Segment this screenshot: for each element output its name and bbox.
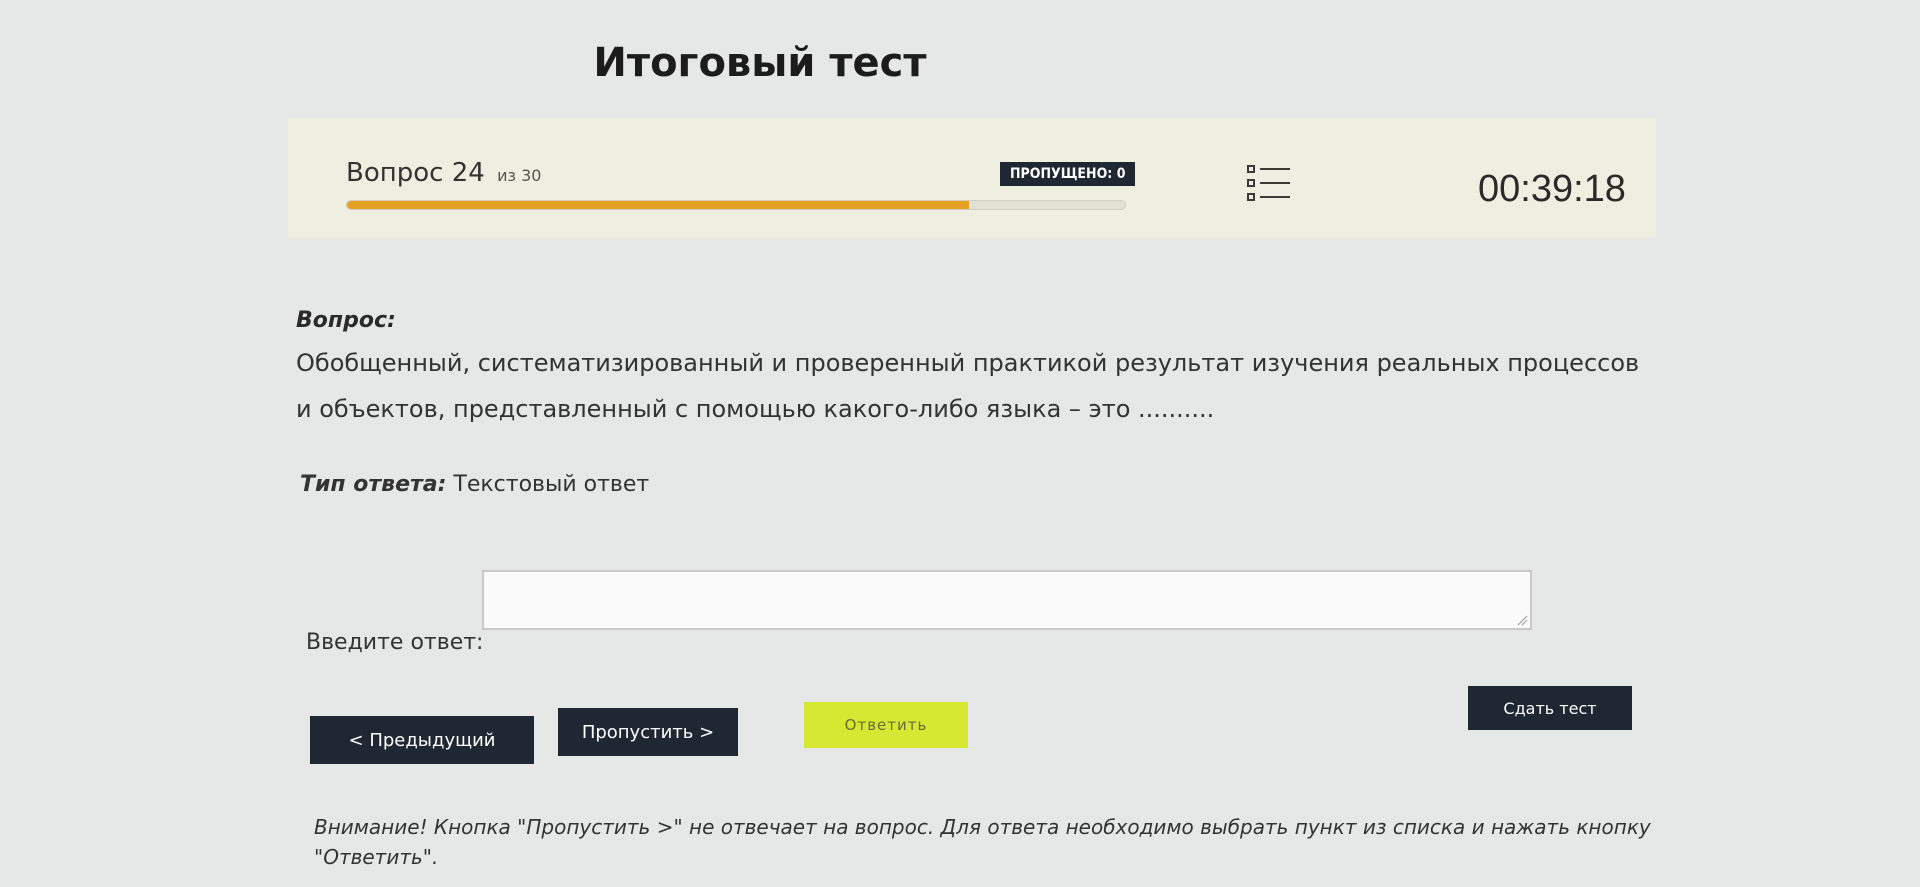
answer-type: Тип ответа: Текстовый ответ bbox=[300, 472, 649, 497]
skip-button[interactable]: Пропустить > bbox=[558, 708, 738, 756]
resize-handle-icon[interactable] bbox=[1516, 614, 1528, 626]
question-number: Вопрос 24 bbox=[346, 158, 485, 188]
status-panel: Вопрос 24 из 30 ПРОПУЩЕНО: 0 00:39:18 bbox=[288, 118, 1656, 238]
answer-input[interactable] bbox=[482, 570, 1532, 630]
question-label: Вопрос: bbox=[296, 308, 396, 333]
question-counter: Вопрос 24 из 30 bbox=[346, 158, 541, 188]
page-title: Итоговый тест bbox=[593, 40, 927, 86]
warning-text: Внимание! Кнопка "Пропустить >" не отвеч… bbox=[314, 815, 1651, 869]
answer-input-label: Введите ответ: bbox=[306, 630, 484, 655]
progress-fill bbox=[347, 201, 970, 209]
answer-type-value: Текстовый ответ bbox=[453, 472, 650, 497]
previous-button[interactable]: < Предыдущий bbox=[310, 716, 534, 764]
question-text: Обобщенный, систематизированный и провер… bbox=[296, 349, 1640, 423]
question-total: из 30 bbox=[497, 166, 542, 185]
question-list-icon[interactable] bbox=[1246, 162, 1296, 206]
progress-bar bbox=[346, 200, 1126, 210]
answer-button[interactable]: Ответить bbox=[804, 702, 968, 748]
answer-type-key: Тип ответа: bbox=[300, 472, 447, 497]
skipped-badge: ПРОПУЩЕНО: 0 bbox=[1000, 162, 1136, 186]
countdown-timer: 00:39:18 bbox=[1478, 168, 1626, 210]
submit-test-button[interactable]: Сдать тест bbox=[1468, 686, 1632, 730]
test-page: Итоговый тест Вопрос 24 из 30 ПРОПУЩЕНО:… bbox=[0, 0, 1920, 887]
